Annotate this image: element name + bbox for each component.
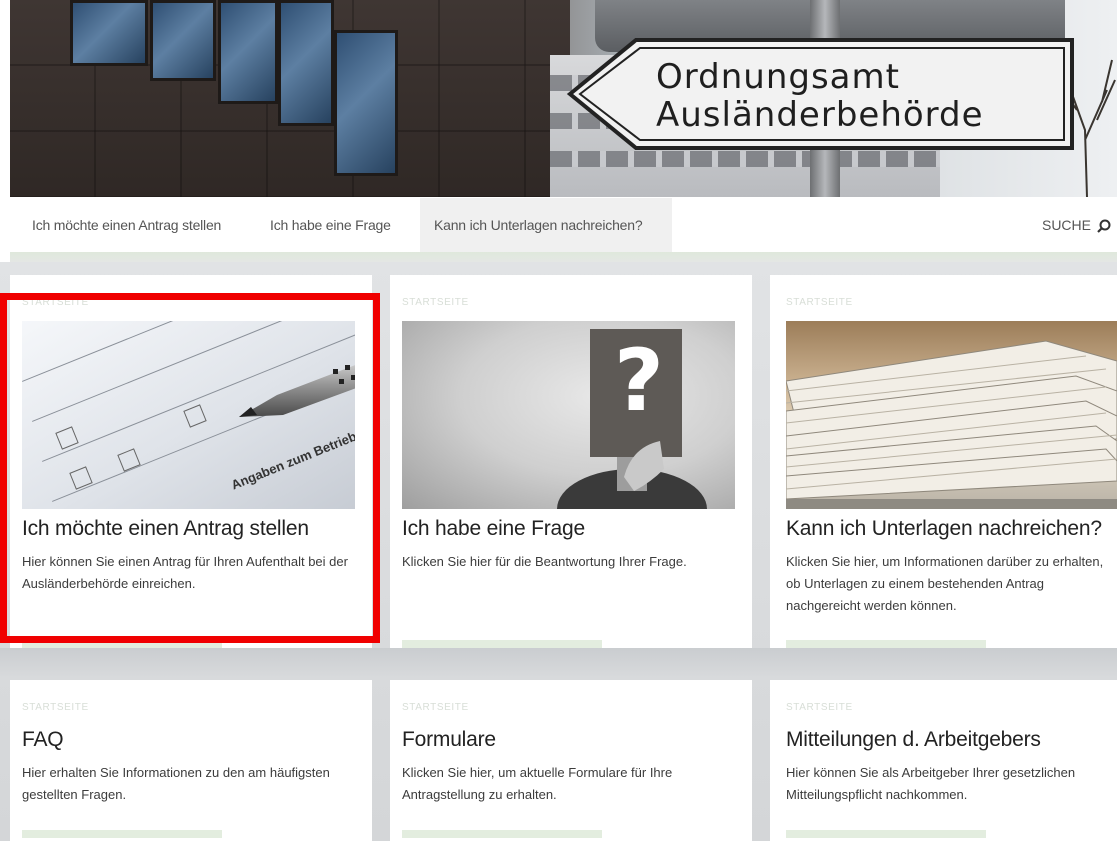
card-description: Hier können Sie als Arbeitgeber Ihrer ge… (786, 765, 1076, 802)
card-title: Kann ich Unterlagen nachreichen? (786, 517, 1102, 540)
card-title: Ich möchte einen Antrag stellen (22, 517, 309, 540)
card-faq[interactable]: STARTSEITE FAQ Hier erhalten Sie Informa… (10, 680, 372, 841)
card-title: Ich habe eine Frage (402, 517, 585, 540)
card-kicker: STARTSEITE (786, 702, 853, 713)
card-footer-bar (22, 830, 222, 838)
nav-divider (10, 252, 1117, 262)
card-description: Klicken Sie hier, um Informationen darüb… (786, 554, 1104, 613)
row-separator (0, 648, 1117, 678)
card-footer-bar (786, 640, 986, 648)
card-description: Klicken Sie hier für die Beantwortung Ih… (402, 554, 687, 569)
question-mark-icon: ? (614, 331, 664, 431)
nav-item-unterlagen[interactable]: Kann ich Unterlagen nachreichen? (420, 198, 672, 252)
card-kicker: STARTSEITE (402, 702, 469, 713)
search-button[interactable]: SUCHE (1042, 198, 1111, 252)
card-footer-bar (22, 640, 222, 648)
hero-banner: Ordnungsamt Ausländerbehörde (10, 0, 1117, 197)
card-footer-bar (786, 830, 986, 838)
card-kicker: STARTSEITE (22, 702, 89, 713)
sign-line-2: Ausländerbehörde (656, 95, 984, 135)
card-title: Formulare (402, 728, 496, 751)
sign-line-1: Ordnungsamt (656, 57, 900, 97)
card-kicker: STARTSEITE (22, 297, 89, 308)
card-kicker: STARTSEITE (786, 297, 853, 308)
pen-icon (239, 365, 355, 417)
nav-item-antrag[interactable]: Ich möchte einen Antrag stellen (32, 198, 221, 252)
card-frage[interactable]: STARTSEITE ? Ich habe eine Frage Klicken… (390, 275, 752, 648)
application-form-image: Angaben zum Betrieb (22, 321, 355, 509)
search-icon (1097, 219, 1111, 234)
card-mitteilungen-arbeitgeber[interactable]: STARTSEITE Mitteilungen d. Arbeitgebers … (770, 680, 1117, 841)
main-navigation: Ich möchte einen Antrag stellen Ich habe… (10, 198, 1117, 252)
card-description: Klicken Sie hier, um aktuelle Formulare … (402, 765, 673, 802)
street-sign: Ordnungsamt Ausländerbehörde (566, 36, 1080, 152)
question-person-image: ? (402, 321, 735, 509)
card-title: FAQ (22, 728, 64, 751)
card-title: Mitteilungen d. Arbeitgebers (786, 728, 1041, 751)
search-label: SUCHE (1041, 217, 1091, 233)
card-formulare[interactable]: STARTSEITE Formulare Klicken Sie hier, u… (390, 680, 752, 841)
card-unterlagen-nachreichen[interactable]: STARTSEITE Kann ich Unterlagen nachreich… (770, 275, 1117, 648)
document-stack-image (786, 321, 1117, 509)
card-footer-bar (402, 830, 602, 838)
nav-item-frage[interactable]: Ich habe eine Frage (270, 198, 391, 252)
card-kicker: STARTSEITE (402, 297, 469, 308)
card-description: Hier erhalten Sie Informationen zu den a… (22, 765, 330, 802)
card-antrag-stellen[interactable]: STARTSEITE Angaben zum Betrieb Ich möcht… (10, 275, 372, 648)
card-footer-bar (402, 640, 602, 648)
card-description: Hier können Sie einen Antrag für Ihren A… (22, 554, 348, 591)
form-heading-text: Angaben zum Betrieb (229, 428, 355, 493)
